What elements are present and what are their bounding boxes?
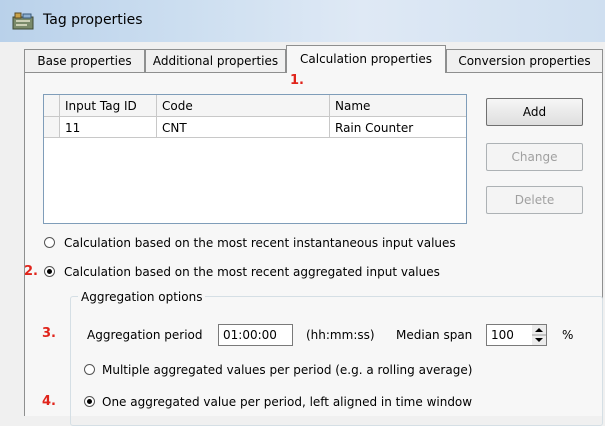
aggregated-values-radio[interactable] bbox=[44, 266, 55, 277]
annotation-4: 4. bbox=[42, 394, 56, 409]
one-value-radio[interactable] bbox=[84, 396, 95, 407]
aggregation-options-title: Aggregation options bbox=[78, 290, 206, 304]
aggregation-period-input[interactable]: 01:00:00 bbox=[218, 324, 293, 346]
add-button[interactable]: Add bbox=[486, 98, 583, 126]
annotation-1: 1. bbox=[290, 73, 304, 88]
input-tags-table[interactable]: Input Tag ID Code Name 11 CNT Rain Count… bbox=[43, 94, 467, 224]
instantaneous-values-radio[interactable] bbox=[44, 237, 55, 248]
median-span-spinner[interactable] bbox=[532, 324, 547, 346]
median-span-label: Median span bbox=[396, 328, 473, 342]
tab-calculation-properties[interactable]: Calculation properties bbox=[286, 45, 446, 73]
tab-base-properties[interactable]: Base properties bbox=[24, 49, 145, 72]
column-header-input-tag-id[interactable]: Input Tag ID bbox=[60, 95, 157, 117]
window-title-bar[interactable]: Tag properties bbox=[0, 0, 605, 42]
multiple-values-label: Multiple aggregated values per period (e… bbox=[102, 363, 473, 377]
cell-name[interactable]: Rain Counter bbox=[330, 117, 466, 138]
annotation-3: 3. bbox=[42, 326, 56, 341]
window-title: Tag properties bbox=[43, 12, 143, 28]
column-header-code[interactable]: Code bbox=[157, 95, 330, 117]
aggregation-period-label: Aggregation period bbox=[87, 328, 203, 342]
spinner-arrows-icon bbox=[532, 328, 546, 342]
one-value-label: One aggregated value per period, left al… bbox=[102, 395, 473, 409]
column-header-name[interactable]: Name bbox=[330, 95, 466, 117]
cell-input-tag-id[interactable]: 11 bbox=[60, 117, 157, 138]
aggregated-values-label: Calculation based on the most recent agg… bbox=[64, 265, 440, 279]
multiple-values-radio[interactable] bbox=[84, 364, 95, 375]
row-selector-header bbox=[44, 95, 60, 117]
row-selector[interactable] bbox=[44, 117, 60, 138]
median-span-unit: % bbox=[562, 328, 574, 342]
tab-additional-properties[interactable]: Additional properties bbox=[145, 49, 286, 72]
annotation-2: 2. bbox=[24, 264, 38, 279]
change-button[interactable]: Change bbox=[486, 143, 583, 171]
aggregation-period-format: (hh:mm:ss) bbox=[306, 328, 375, 342]
instantaneous-values-label: Calculation based on the most recent ins… bbox=[64, 236, 456, 250]
tab-conversion-properties[interactable]: Conversion properties bbox=[446, 49, 603, 72]
median-span-input[interactable]: 100 bbox=[486, 324, 533, 346]
cell-code[interactable]: CNT bbox=[157, 117, 330, 138]
delete-button[interactable]: Delete bbox=[486, 186, 583, 214]
tag-properties-icon bbox=[12, 12, 34, 30]
